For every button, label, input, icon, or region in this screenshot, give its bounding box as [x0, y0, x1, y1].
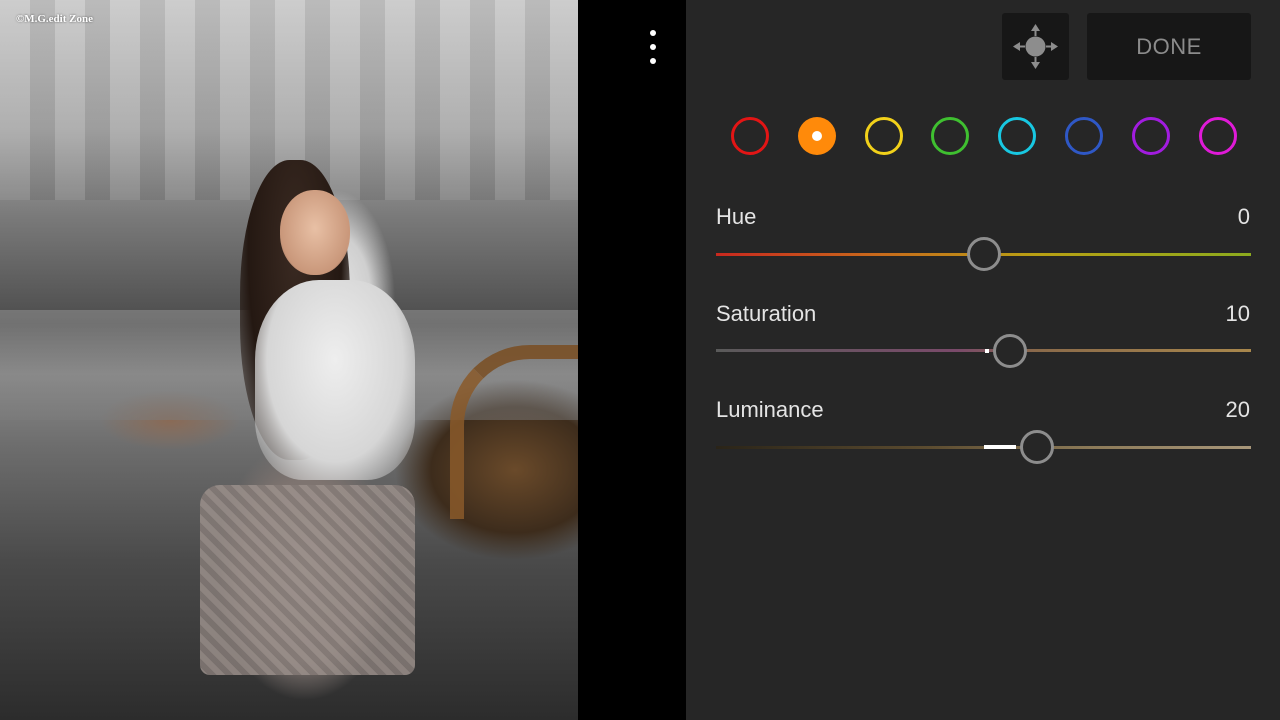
photo-preview: ©M.G.edit Zone — [0, 0, 578, 720]
luminance-label: Luminance — [716, 397, 824, 422]
watermark: ©M.G.edit Zone — [16, 13, 93, 25]
hue-slider-thumb[interactable] — [966, 237, 1001, 271]
subject-top — [255, 280, 415, 480]
swatch-purple[interactable] — [1131, 117, 1170, 155]
swatch-green[interactable] — [931, 117, 970, 155]
color-swatch-row — [731, 117, 1237, 155]
rusted-car — [450, 345, 578, 519]
saturation-slider-track[interactable] — [716, 349, 1251, 352]
saturation-slider-thumb[interactable] — [993, 334, 1028, 368]
saturation-label: Saturation — [716, 301, 817, 326]
kebab-menu-icon[interactable] — [642, 30, 664, 64]
subject-skirt — [200, 485, 415, 675]
swatch-orange[interactable] — [797, 117, 836, 155]
swatch-red[interactable] — [731, 117, 769, 155]
move-target-icon[interactable] — [1002, 13, 1069, 80]
swatch-magenta[interactable] — [1198, 117, 1237, 155]
saturation-value: 10 — [1225, 301, 1250, 326]
subject-face — [280, 190, 350, 275]
color-mix-panel — [686, 0, 1280, 720]
saturation-origin-mark — [985, 349, 989, 353]
swatch-blue[interactable] — [1065, 117, 1103, 155]
hue-value: 0 — [1237, 204, 1250, 229]
swatch-yellow[interactable] — [864, 117, 903, 155]
swatch-selected-dot — [811, 131, 822, 141]
divider-strip — [578, 0, 686, 720]
swatch-aqua[interactable] — [998, 117, 1037, 155]
done-button[interactable]: DONE — [1087, 13, 1251, 80]
luminance-value: 20 — [1225, 397, 1250, 422]
luminance-slider-thumb[interactable] — [1020, 430, 1054, 464]
hue-label: Hue — [716, 204, 757, 229]
luminance-origin-mark — [984, 445, 1016, 449]
